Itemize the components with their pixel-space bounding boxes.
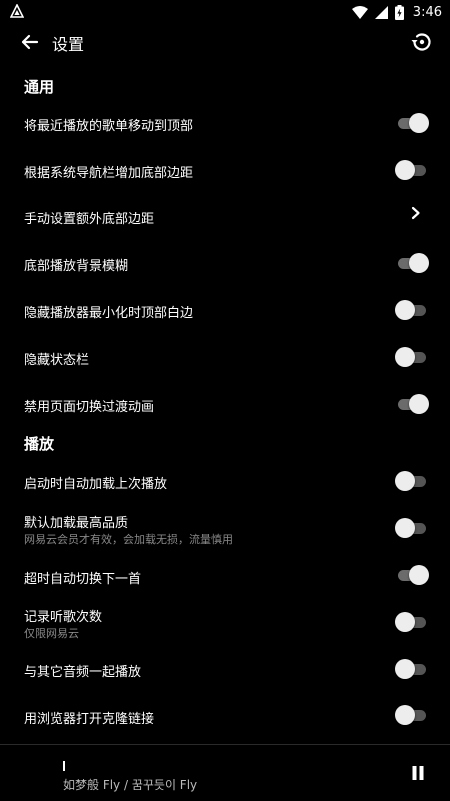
setting-disable-transition-animation[interactable]: 禁用页面切换过渡动画 bbox=[0, 381, 450, 427]
page-title: 设置 bbox=[52, 35, 85, 54]
toggle-thumb bbox=[395, 518, 415, 538]
pause-icon[interactable] bbox=[410, 765, 426, 781]
setting-default-highest-quality[interactable]: 默认加载最高品质 网易云会员才有效，会加载无损，流量慎用 bbox=[0, 506, 450, 552]
toggle-switch[interactable] bbox=[395, 705, 428, 725]
setting-label: 将最近播放的歌单移动到顶部 bbox=[24, 119, 194, 134]
section-title-playback: 播放 bbox=[24, 435, 55, 453]
toggle-thumb bbox=[409, 253, 429, 273]
toggle-thumb bbox=[409, 565, 429, 585]
setting-move-recent-playlist-top[interactable]: 将最近播放的歌单移动到顶部 bbox=[0, 100, 450, 146]
status-bar: 3:46 bbox=[0, 0, 450, 24]
setting-subtitle: 仅限网易云 bbox=[24, 627, 79, 640]
toggle-thumb bbox=[395, 300, 415, 320]
toggle-switch[interactable] bbox=[395, 160, 428, 180]
setting-label: 记录听歌次数 bbox=[24, 610, 103, 625]
setting-open-clone-link-in-browser[interactable]: 用浏览器打开克隆链接 bbox=[0, 692, 450, 738]
setting-mix-with-other-audio[interactable]: 与其它音频一起播放 bbox=[0, 645, 450, 691]
setting-label: 手动设置额外底部边距 bbox=[24, 212, 155, 227]
setting-label: 隐藏播放器最小化时顶部白边 bbox=[24, 306, 194, 321]
toggle-thumb bbox=[395, 705, 415, 725]
album-cover bbox=[12, 743, 52, 783]
toggle-thumb bbox=[409, 113, 429, 133]
setting-label: 隐藏状态栏 bbox=[24, 353, 90, 368]
toggle-switch[interactable] bbox=[396, 394, 429, 414]
toggle-switch[interactable] bbox=[396, 565, 429, 585]
toggle-switch[interactable] bbox=[395, 471, 428, 491]
battery-charging-icon bbox=[394, 4, 404, 20]
toggle-switch[interactable] bbox=[395, 300, 428, 320]
setting-label: 根据系统导航栏增加底部边距 bbox=[24, 166, 194, 181]
setting-label: 与其它音频一起播放 bbox=[24, 665, 142, 680]
back-arrow-icon[interactable] bbox=[16, 28, 44, 56]
toggle-thumb bbox=[395, 612, 415, 632]
chevron-right-icon bbox=[411, 206, 420, 220]
setting-manual-bottom-padding[interactable]: 手动设置额外底部边距 bbox=[0, 193, 450, 239]
signal-icon bbox=[374, 5, 388, 19]
toggle-thumb bbox=[395, 471, 415, 491]
toggle-switch[interactable] bbox=[395, 659, 428, 679]
section-title-general: 通用 bbox=[24, 78, 55, 96]
setting-label: 默认加载最高品质 bbox=[24, 516, 129, 531]
setting-label: 底部播放背景模糊 bbox=[24, 259, 129, 274]
setting-label: 禁用页面切换过渡动画 bbox=[24, 400, 155, 415]
setting-label: 启动时自动加载上次播放 bbox=[24, 477, 168, 492]
setting-subtitle: 网易云会员才有效，会加载无损，流量慎用 bbox=[24, 533, 233, 546]
wifi-icon bbox=[351, 5, 368, 19]
toggle-switch[interactable] bbox=[396, 253, 429, 273]
setting-label: 用浏览器打开克隆链接 bbox=[24, 712, 155, 727]
song-title: 如梦般 Fly / 꿈꾸듯이 Fly bbox=[63, 778, 198, 792]
setting-hide-minimized-top-border[interactable]: 隐藏播放器最小化时顶部白边 bbox=[0, 287, 450, 333]
app-bar: 设置 bbox=[0, 24, 450, 60]
setting-hide-status-bar[interactable]: 隐藏状态栏 bbox=[0, 334, 450, 380]
setting-bottom-player-blur[interactable]: 底部播放背景模糊 bbox=[0, 240, 450, 286]
progress-indicator bbox=[63, 761, 65, 771]
mini-player[interactable]: 如梦般 Fly / 꿈꾸듯이 Fly bbox=[0, 744, 450, 801]
setting-autoload-last-playback[interactable]: 启动时自动加载上次播放 bbox=[0, 457, 450, 503]
setting-record-play-count[interactable]: 记录听歌次数 仅限网易云 bbox=[0, 599, 450, 645]
toggle-switch[interactable] bbox=[395, 347, 428, 367]
toggle-switch[interactable] bbox=[395, 518, 428, 538]
setting-timeout-skip-next[interactable]: 超时自动切换下一首 bbox=[0, 552, 450, 598]
toggle-thumb bbox=[409, 394, 429, 414]
restore-icon[interactable] bbox=[408, 28, 436, 56]
toggle-thumb bbox=[395, 160, 415, 180]
toggle-thumb bbox=[395, 659, 415, 679]
toggle-switch[interactable] bbox=[396, 113, 429, 133]
app-notification-icon bbox=[10, 4, 24, 18]
toggle-switch[interactable] bbox=[395, 612, 428, 632]
setting-nav-bar-bottom-padding[interactable]: 根据系统导航栏增加底部边距 bbox=[0, 147, 450, 193]
status-time: 3:46 bbox=[412, 4, 442, 20]
setting-label: 超时自动切换下一首 bbox=[24, 572, 142, 587]
toggle-thumb bbox=[395, 347, 415, 367]
